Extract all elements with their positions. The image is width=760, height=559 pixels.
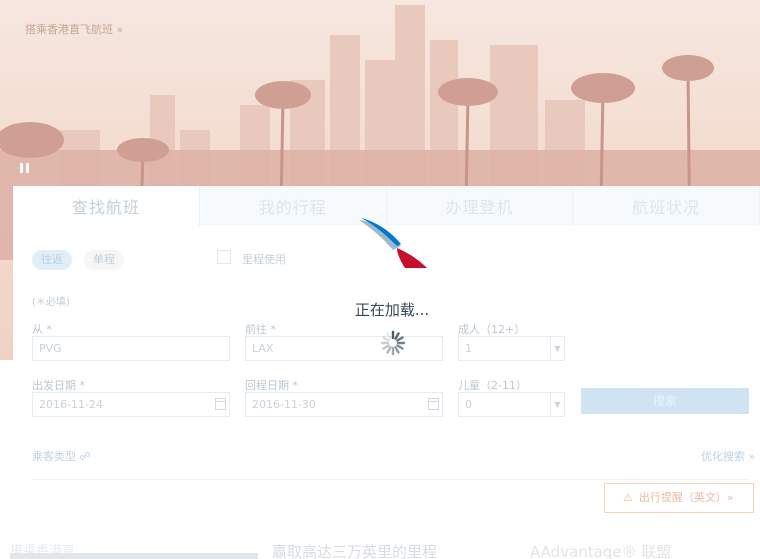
passenger-type-link[interactable]: 乘客类型 ☍ bbox=[32, 448, 91, 464]
depart-date-value: 2016-11-24 bbox=[39, 398, 103, 411]
return-date-label: 回程日期 * bbox=[245, 379, 298, 392]
tab-find-flights[interactable]: 查找航班 bbox=[13, 186, 200, 226]
loading-text: 正在加载... bbox=[354, 301, 430, 319]
depart-date-input[interactable]: 2016-11-24 bbox=[32, 392, 230, 417]
children-select[interactable]: 0 ▼ bbox=[458, 392, 565, 417]
pause-icon[interactable] bbox=[15, 159, 33, 177]
from-input[interactable]: PVG bbox=[32, 336, 230, 361]
return-date-input[interactable]: 2016-11-30 bbox=[245, 392, 443, 417]
round-trip-toggle[interactable]: 往返 bbox=[32, 250, 72, 270]
from-label: 从 * bbox=[32, 323, 52, 336]
calendar-icon[interactable] bbox=[215, 398, 226, 410]
chevron-down-icon: ▼ bbox=[550, 393, 564, 416]
bottom-right-heading[interactable]: AAdvantage® 联盟 bbox=[530, 541, 671, 559]
airline-logo-icon bbox=[359, 218, 427, 268]
adults-select[interactable]: 1 ▼ bbox=[458, 336, 565, 361]
search-button[interactable]: 搜索 bbox=[581, 388, 749, 414]
adults-value: 1 bbox=[465, 342, 472, 355]
depart-date-label: 出发日期 * bbox=[32, 379, 85, 392]
from-value: PVG bbox=[39, 342, 62, 355]
bottom-center-heading[interactable]: 赢取高达三万英里的里程 bbox=[272, 541, 437, 559]
use-miles-checkbox[interactable] bbox=[217, 250, 231, 264]
children-value: 0 bbox=[465, 398, 472, 411]
adults-label: 成人（12+） bbox=[458, 323, 526, 336]
use-miles-label: 里程使用 bbox=[242, 253, 286, 266]
chevron-down-icon: ▼ bbox=[550, 337, 564, 360]
warning-icon: ⚠ bbox=[623, 491, 633, 504]
advanced-search-link[interactable]: 优化搜索 » bbox=[701, 448, 755, 464]
children-label: 儿童（2-11） bbox=[458, 379, 527, 392]
travel-alert-button[interactable]: ⚠ 出行提醒（英文）» bbox=[604, 483, 754, 513]
to-value: LAX bbox=[252, 342, 274, 355]
bottom-promo-strip: 搭乘香港直 赢取高达三万英里的里程 AAdvantage® 联盟 bbox=[0, 540, 760, 559]
one-way-toggle[interactable]: 单程 bbox=[84, 250, 124, 270]
hero-promo-link[interactable]: 搭乘香港直飞航班 » bbox=[25, 21, 123, 37]
divider bbox=[32, 479, 749, 480]
return-date-value: 2016-11-30 bbox=[252, 398, 316, 411]
bottom-left-bar bbox=[10, 553, 258, 559]
travel-alert-label: 出行提醒（英文）» bbox=[638, 491, 734, 504]
to-label: 前往 * bbox=[245, 323, 276, 336]
calendar-icon[interactable] bbox=[428, 398, 439, 410]
to-input[interactable]: LAX bbox=[245, 336, 443, 361]
loading-spinner-icon bbox=[380, 330, 406, 356]
tab-flight-status[interactable]: 航班状况 bbox=[573, 186, 760, 226]
